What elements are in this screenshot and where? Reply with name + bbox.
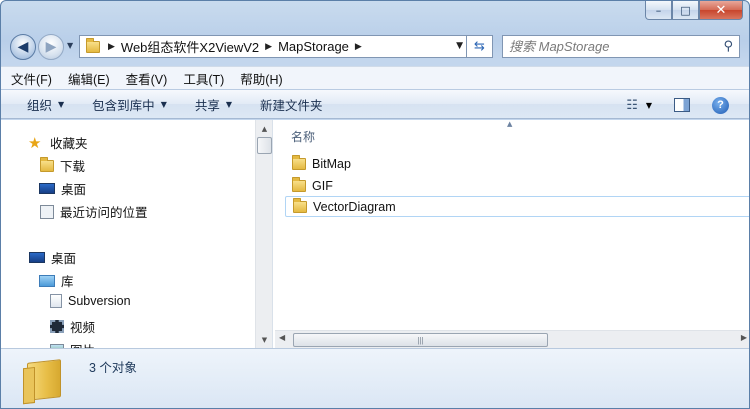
menu-tools[interactable]: 工具(T) [183,69,224,88]
scroll-right-icon[interactable]: ▶ [741,333,747,342]
search-icon[interactable]: ⚲ [723,39,733,54]
nav-item-pictures[interactable]: 图片 [50,340,95,348]
explorer-window: – □ ✕ ◀ ▶ ▼ ▶ Web组态软件X2ViewV2 ▶ MapStora… [0,0,750,409]
nav-item-desktop[interactable]: 桌面 [39,179,86,198]
file-name: GIF [312,178,333,193]
menu-bar: 文件(F) 编辑(E) 查看(V) 工具(T) 帮助(H) [1,66,749,89]
share-button[interactable]: 共享 ▼ [195,95,232,114]
menu-view[interactable]: 查看(V) [126,69,168,88]
refresh-button[interactable]: ⇆ [467,35,493,58]
search-input[interactable] [509,39,709,54]
view-controls: ☷ ▼ ? [626,90,749,120]
nav-item-label: Subversion [68,294,131,308]
file-row[interactable]: BitMap [285,153,749,174]
menu-file[interactable]: 文件(F) [11,69,52,88]
scroll-down-icon[interactable]: ▼ [257,332,272,347]
forward-arrow-icon: ▶ [45,39,57,55]
scroll-left-icon[interactable]: ◀ [279,333,285,342]
navigation-pane: ★ 收藏夹 下载 桌面 最近访问的位置 桌面 库 Subversion 视频 [1,120,255,348]
sort-ascending-icon: ▲ [507,120,513,128]
nav-library[interactable]: 库 [39,271,74,290]
document-library-icon [50,294,62,308]
nav-item-label: 最近访问的位置 [60,206,148,220]
item-count: 3 个对象 [89,361,137,375]
preview-pane-icon[interactable] [674,98,690,112]
folder-icon [40,156,54,172]
chevron-down-icon: ▼ [58,99,65,109]
desktop-icon [29,252,45,263]
nav-item-label: 图片 [70,340,95,348]
breadcrumb-item[interactable]: MapStorage [278,39,349,54]
recent-pages-dropdown-icon[interactable]: ▼ [67,41,73,50]
organize-label: 组织 [27,98,53,113]
breadcrumb-separator-icon[interactable]: ▶ [108,42,115,52]
file-name: BitMap [312,156,351,171]
nav-desktop-label: 桌面 [51,252,77,266]
folder-large-icon [27,359,61,401]
breadcrumb-separator-icon[interactable]: ▶ [265,42,272,52]
file-list: ▲ 名称 BitMap GIF VectorDiagram ◀ ||| ▶ [275,120,749,348]
folder-icon [293,197,307,213]
back-button[interactable]: ◀ [10,34,36,60]
nav-item-label: 下载 [60,160,86,174]
chevron-down-icon: ▼ [225,99,233,109]
nav-item-label: 视频 [70,321,96,335]
include-in-library-button[interactable]: 包含到库中 ▼ [92,95,167,114]
nav-favorites[interactable]: ★ 收藏夹 [28,133,88,152]
nav-item-subversion[interactable]: Subversion [50,294,131,308]
nav-item-downloads[interactable]: 下载 [40,156,85,175]
view-dropdown-icon[interactable]: ▼ [646,101,652,110]
organize-button[interactable]: 组织 ▼ [27,95,64,114]
recent-places-icon [40,204,54,219]
include-in-library-label: 包含到库中 [92,98,155,113]
new-folder-button[interactable]: 新建文件夹 [260,95,323,114]
folder-icon [86,37,100,53]
file-row-selected[interactable]: VectorDiagram [285,196,749,217]
file-name: VectorDiagram [313,199,396,214]
file-list-horizontal-scrollbar[interactable]: ◀ ||| ▶ [275,330,749,348]
scrollbar-thumb[interactable]: ||| [293,333,548,347]
nav-item-label: 桌面 [61,183,87,197]
breadcrumb-separator-icon[interactable]: ▶ [355,42,362,52]
video-library-icon [50,320,64,333]
caption-buttons: – □ ✕ [645,1,743,20]
navigation-bar: ◀ ▶ ▼ ▶ Web组态软件X2ViewV2 ▶ MapStorage ▶ ▼… [1,28,749,64]
folder-icon [292,154,306,170]
command-bar: 组织 ▼ 包含到库中 ▼ 共享 ▼ 新建文件夹 ☷ ▼ ? [1,89,749,120]
desktop-icon [39,183,55,194]
breadcrumb-item[interactable]: Web组态软件X2ViewV2 [121,37,259,56]
scroll-up-icon[interactable]: ▲ [257,121,272,136]
content-area: ★ 收藏夹 下载 桌面 最近访问的位置 桌面 库 Subversion 视频 ▲… [1,120,749,348]
nav-library-label: 库 [61,275,74,289]
scrollbar-thumb[interactable] [257,137,272,154]
library-icon [39,274,55,287]
forward-button[interactable]: ▶ [38,34,64,60]
share-label: 共享 [194,98,220,113]
star-icon: ★ [28,133,42,152]
search-box[interactable]: ⚲ [502,35,740,58]
help-icon[interactable]: ? [712,96,729,114]
close-button[interactable]: ✕ [699,1,743,20]
maximize-button[interactable]: □ [672,1,699,20]
refresh-icon: ⇆ [474,39,485,54]
minimize-button[interactable]: – [645,1,672,20]
menu-edit[interactable]: 编辑(E) [68,69,110,88]
folder-icon [292,176,306,192]
back-arrow-icon: ◀ [17,39,29,55]
menu-help[interactable]: 帮助(H) [240,69,282,88]
nav-desktop[interactable]: 桌面 [29,248,76,267]
nav-favorites-label: 收藏夹 [50,137,88,151]
details-pane: 3 个对象 [1,348,749,408]
file-row[interactable]: GIF [285,175,749,196]
nav-pane-scrollbar[interactable]: ▲ ▼ [255,120,272,348]
nav-item-videos[interactable]: 视频 [50,317,95,336]
address-dropdown-icon[interactable]: ▼ [456,41,463,51]
view-options-icon[interactable]: ☷ [626,98,638,113]
chevron-down-icon: ▼ [160,99,167,109]
address-bar[interactable]: ▶ Web组态软件X2ViewV2 ▶ MapStorage ▶ ▼ [79,35,467,58]
nav-item-recent-places[interactable]: 最近访问的位置 [40,202,148,221]
column-header-name[interactable]: 名称 [291,128,315,145]
